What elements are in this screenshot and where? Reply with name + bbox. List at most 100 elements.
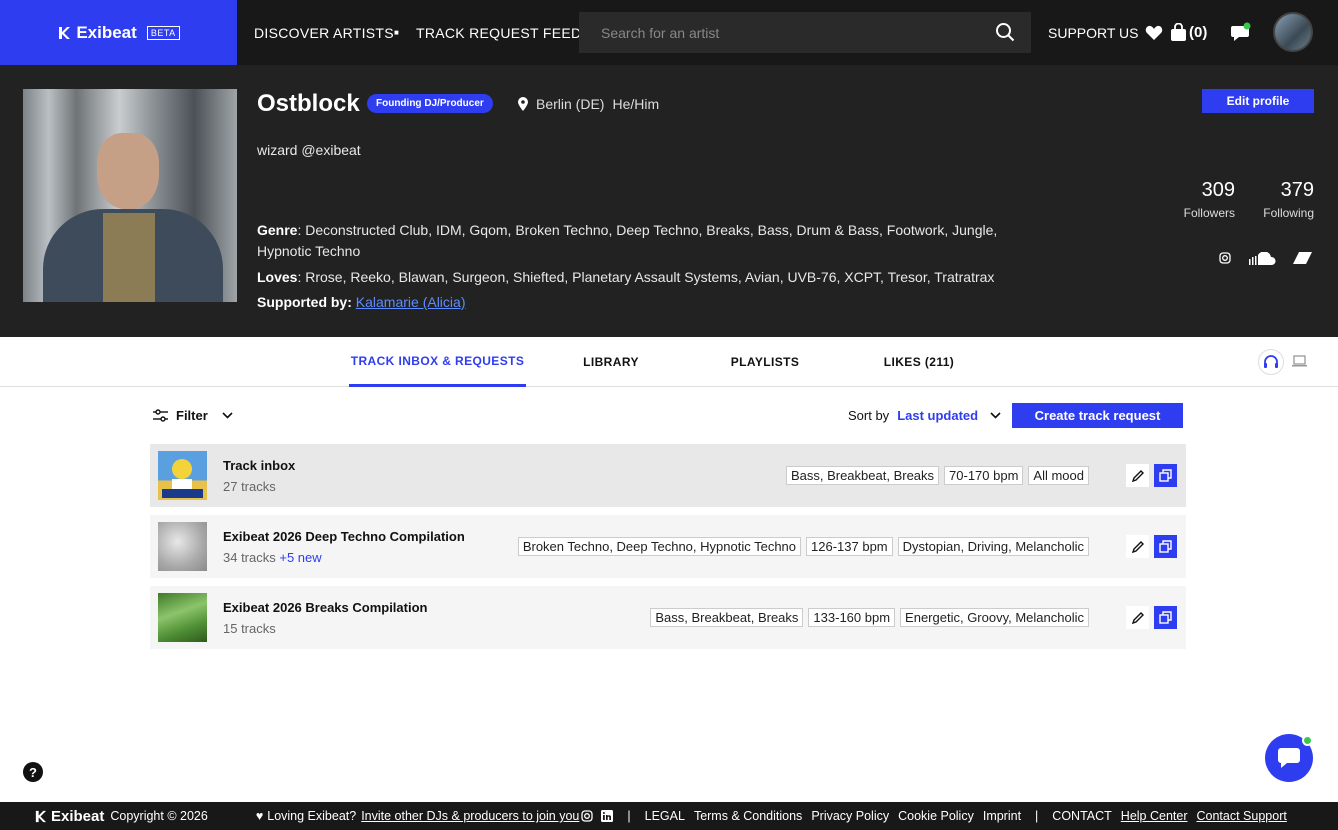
profile-tabs: TRACK INBOX & REQUESTS LIBRARY PLAYLISTS… [0,337,1338,387]
list-item[interactable]: Track inbox 27 tracks Bass, Breakbeat, B… [150,444,1186,507]
list-item[interactable]: Exibeat 2026 Breaks Compilation 15 track… [150,586,1186,649]
row-subtitle: 27 tracks [223,479,276,494]
chevron-down-icon [990,411,1001,419]
pencil-icon[interactable] [1126,464,1149,487]
pencil-icon[interactable] [1126,535,1149,558]
profile-genres: Genre: Deconstructed Club, IDM, Gqom, Br… [257,222,998,259]
following-count: 379 [1280,179,1314,201]
support-us-link[interactable]: SUPPORT US [1048,0,1163,65]
duplicate-icon[interactable] [1154,606,1177,629]
contact-support-link[interactable]: Contact Support [1197,809,1287,823]
copyright-text: Copyright © 2026 [110,809,208,823]
duplicate-icon[interactable] [1154,464,1177,487]
tab-playlists[interactable]: PLAYLISTS [720,337,810,387]
profile-loves: Loves: Rrose, Reeko, Blawan, Surgeon, Sh… [257,269,995,285]
terms-link[interactable]: Terms & Conditions [694,809,802,823]
profile-header: Ostblock Founding DJ/Producer Berlin (DE… [0,65,1338,337]
nav-separator-icon: ■ [394,28,400,37]
headphones-view-icon[interactable] [1258,349,1284,380]
invite-link[interactable]: Invite other DJs & producers to join you [361,809,579,823]
messages-button[interactable] [1230,0,1252,65]
sort-label: Sort by [848,407,890,423]
followers-stat[interactable]: 309 Followers [1184,179,1235,220]
instagram-icon[interactable] [1219,252,1231,264]
profile-photo [23,89,237,302]
help-icon[interactable]: ? [23,762,43,782]
supporter-link[interactable]: Kalamarie (Alicia) [356,294,466,310]
row-title: Track inbox [223,458,296,473]
nav-track-request-feed[interactable]: TRACK REQUEST FEED [416,0,581,65]
pronouns-text: He/Him [612,96,660,112]
tab-likes[interactable]: LIKES (211) [868,337,970,387]
loving-text: Loving Exibeat? [267,809,357,823]
imprint-link[interactable]: Imprint [983,809,1021,823]
chat-widget-button[interactable] [1265,734,1313,782]
row-tags: Bass, Breakbeat, Breaks 133-160 bpm Ener… [650,608,1089,627]
soundcloud-icon[interactable] [1248,252,1276,266]
footer-brand[interactable]: Exibeat [34,808,104,825]
chevron-down-icon [222,411,233,419]
edit-profile-button[interactable]: Edit profile [1202,89,1314,113]
contact-label: CONTACT [1052,809,1112,823]
chat-bubble-icon [1278,748,1300,768]
cart-count: (0) [1189,24,1208,41]
exibeat-logo-icon [35,810,47,822]
following-stat[interactable]: 379 Following [1263,179,1314,220]
bpm-tag: 70-170 bpm [944,466,1024,485]
genre-tag: Broken Techno, Deep Techno, Hypnotic Tec… [517,537,802,556]
chat-bubble-icon [1231,22,1251,41]
followers-count: 309 [1201,179,1235,201]
bpm-tag: 126-137 bpm [806,537,893,556]
bandcamp-icon[interactable] [1293,252,1312,264]
duplicate-icon[interactable] [1154,535,1177,558]
cookie-link[interactable]: Cookie Policy [898,809,974,823]
location-text: Berlin (DE) [536,96,605,112]
tab-track-inbox[interactable]: TRACK INBOX & REQUESTS [349,337,526,387]
sort-dropdown[interactable]: Sort by Last updated [848,403,1001,427]
location-pin-icon [518,97,528,111]
linkedin-icon[interactable] [601,810,614,822]
profile-bio: wizard @exibeat [257,142,361,158]
list-item[interactable]: Exibeat 2026 Deep Techno Compilation 34 … [150,515,1186,578]
search-placeholder: Search for an artist [601,24,720,41]
sliders-icon [153,408,168,422]
mood-tag: Dystopian, Driving, Melancholic [897,537,1089,556]
privacy-link[interactable]: Privacy Policy [811,809,889,823]
bpm-tag: 133-160 bpm [808,608,896,627]
instagram-icon[interactable] [581,810,594,822]
create-track-request-button[interactable]: Create track request [1012,403,1183,428]
brand-name: Exibeat [57,23,137,43]
filter-button[interactable]: Filter [153,403,233,427]
row-subtitle: 15 tracks [223,621,276,636]
founding-badge: Founding DJ/Producer [367,94,493,113]
pencil-icon[interactable] [1126,606,1149,629]
mood-tag: All mood [1028,466,1089,485]
cart-button[interactable]: (0) [1170,0,1207,65]
exibeat-logo-icon [59,26,71,39]
heart-icon: ♥ [255,809,264,823]
top-bar: Exibeat BETA DISCOVER ARTISTS ■ TRACK RE… [0,0,1338,65]
user-avatar[interactable] [1273,12,1313,52]
playlist-thumbnail [158,451,207,500]
playlist-thumbnail [158,522,207,571]
profile-supported-by: Supported by: Kalamarie (Alicia) [257,294,466,310]
search-icon[interactable] [995,22,1015,42]
profile-location: Berlin (DE) He/Him [518,96,659,112]
row-subtitle: 34 tracks +5 new [223,550,322,565]
shopping-bag-icon [1171,23,1186,41]
help-center-link[interactable]: Help Center [1121,809,1188,823]
profile-name: Ostblock [257,90,360,117]
legal-label: LEGAL [644,809,685,823]
beta-badge: BETA [146,25,180,40]
tab-library[interactable]: LIBRARY [566,337,656,387]
laptop-view-icon[interactable] [1291,355,1308,373]
brand-logo[interactable]: Exibeat BETA [0,0,237,65]
followers-label: Followers [1183,206,1235,220]
search-input[interactable]: Search for an artist [579,12,1031,53]
sort-value: Last updated [897,407,979,423]
nav-discover-artists[interactable]: DISCOVER ARTISTS [254,0,394,65]
genre-tag: Bass, Breakbeat, Breaks [650,608,804,627]
online-indicator [1302,735,1313,746]
row-title: Exibeat 2026 Deep Techno Compilation [223,529,465,544]
genre-tag: Bass, Breakbeat, Breaks [785,466,940,485]
